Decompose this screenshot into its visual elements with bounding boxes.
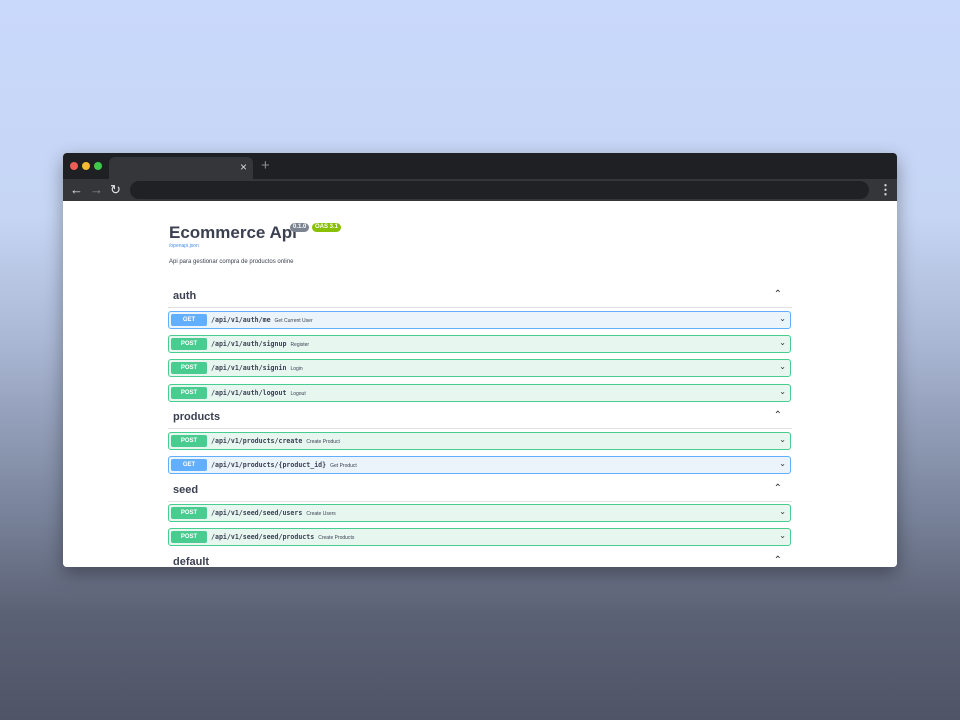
page-viewport[interactable]: Ecommerce Api 0.1.0 OAS 3.1 /openapi.jso… [63, 201, 897, 567]
tag-name: products [173, 411, 221, 423]
tag-name: auth [173, 290, 197, 302]
operation-summary: Create Product [306, 439, 340, 445]
operation-path-group: /api/v1/auth/signin Login [211, 363, 303, 374]
browser-menu-icon[interactable]: ⋮ [879, 181, 892, 199]
chevron-down-icon[interactable]: ⌄ [779, 507, 786, 517]
api-description: Api para gestionar compra de productos o… [169, 259, 294, 265]
operation-path: /api/v1/products/create [211, 437, 303, 445]
method-badge: POST [171, 362, 207, 374]
operation-row[interactable]: POST/api/v1/auth/logout Logout ⌄ [168, 384, 791, 402]
operation-row[interactable]: GET/api/v1/products/{product_id} Get Prod… [168, 456, 791, 474]
operation-path-group: /api/v1/auth/me Get Current User [211, 315, 313, 326]
operation-path-group: /api/v1/auth/signup Register [211, 339, 309, 350]
chevron-up-icon[interactable]: ⌃ [774, 483, 782, 494]
oas-badge: OAS 3.1 [312, 223, 342, 232]
operation-path: /api/v1/auth/signin [211, 364, 287, 372]
method-badge: POST [171, 435, 207, 447]
chevron-down-icon[interactable]: ⌄ [779, 435, 786, 445]
operation-path: /api/v1/auth/signup [211, 340, 287, 348]
maximize-window-button[interactable] [94, 162, 102, 170]
chevron-down-icon[interactable]: ⌄ [779, 387, 786, 397]
method-badge: POST [171, 507, 207, 519]
tag-name: default [173, 556, 210, 567]
operation-path: /api/v1/seed/seed/products [211, 533, 315, 541]
forward-arrow-icon[interactable]: → [90, 181, 103, 199]
address-bar[interactable] [130, 181, 869, 199]
operation-path: /api/v1/products/{product_id} [211, 461, 327, 469]
operation-path: /api/v1/seed/seed/users [211, 509, 303, 517]
browser-toolbar: ← → ↻ ⋮ [63, 179, 897, 201]
method-badge: POST [171, 387, 207, 399]
method-badge: POST [171, 338, 207, 350]
openapi-link[interactable]: /openapi.json [169, 243, 199, 249]
operation-path: /api/v1/auth/logout [211, 389, 287, 397]
close-tab-icon[interactable]: × [240, 160, 247, 174]
operation-summary: Get Product [330, 463, 357, 469]
method-badge: GET [171, 314, 207, 326]
chevron-down-icon[interactable]: ⌄ [779, 459, 786, 469]
minimize-window-button[interactable] [82, 162, 90, 170]
tag-name: seed [173, 484, 199, 496]
method-badge: POST [171, 531, 207, 543]
back-arrow-icon[interactable]: ← [70, 181, 83, 199]
operation-summary: Logout [290, 391, 306, 397]
operation-row[interactable]: POST/api/v1/seed/seed/products Create Pro… [168, 528, 791, 546]
method-badge: GET [171, 459, 207, 471]
tag-header-seed[interactable]: seed ⌃ [168, 481, 792, 502]
operation-path-group: /api/v1/products/{product_id} Get Product [211, 460, 357, 471]
chevron-down-icon[interactable]: ⌄ [779, 531, 786, 541]
operation-summary: Create Users [306, 511, 336, 517]
tab-bar: × + [63, 153, 897, 179]
chevron-down-icon[interactable]: ⌄ [779, 362, 786, 372]
chevron-up-icon[interactable]: ⌃ [774, 410, 782, 421]
operation-path-group: /api/v1/seed/seed/products Create Product… [211, 532, 354, 543]
browser-window: × + ← → ↻ ⋮ Ecommerce Api 0.1.0 OAS 3.1 … [63, 153, 897, 567]
operation-summary: Get Current User [274, 318, 313, 324]
tag-header-auth[interactable]: auth ⌃ [168, 287, 792, 308]
operation-row[interactable]: POST/api/v1/products/create Create Produc… [168, 432, 791, 450]
operation-row[interactable]: POST/api/v1/auth/signup Register ⌄ [168, 335, 791, 353]
close-window-button[interactable] [70, 162, 78, 170]
browser-tab[interactable]: × [109, 157, 253, 179]
chevron-down-icon[interactable]: ⌄ [779, 338, 786, 348]
tag-header-products[interactable]: products ⌃ [168, 408, 792, 429]
operation-path-group: /api/v1/seed/seed/users Create Users [211, 508, 336, 519]
operation-row[interactable]: POST/api/v1/seed/seed/users Create Users ⌄ [168, 504, 791, 522]
tag-header-default[interactable]: default ⌃ [168, 553, 792, 567]
operation-summary: Login [290, 366, 303, 372]
operation-summary: Create Products [318, 535, 355, 541]
chevron-up-icon[interactable]: ⌃ [774, 555, 782, 566]
operation-path: /api/v1/auth/me [211, 316, 271, 324]
version-badge: 0.1.0 [290, 223, 310, 232]
operation-row[interactable]: GET/api/v1/auth/me Get Current User ⌄ [168, 311, 791, 329]
chevron-down-icon[interactable]: ⌄ [779, 314, 786, 324]
new-tab-icon[interactable]: + [261, 157, 270, 175]
operation-path-group: /api/v1/auth/logout Logout [211, 388, 306, 399]
operation-row[interactable]: POST/api/v1/auth/signin Login ⌄ [168, 359, 791, 377]
operation-path-group: /api/v1/products/create Create Product [211, 436, 340, 447]
chevron-up-icon[interactable]: ⌃ [774, 289, 782, 300]
operation-summary: Register [290, 342, 310, 348]
reload-icon[interactable]: ↻ [110, 181, 121, 199]
page-title: Ecommerce Api [169, 223, 297, 242]
